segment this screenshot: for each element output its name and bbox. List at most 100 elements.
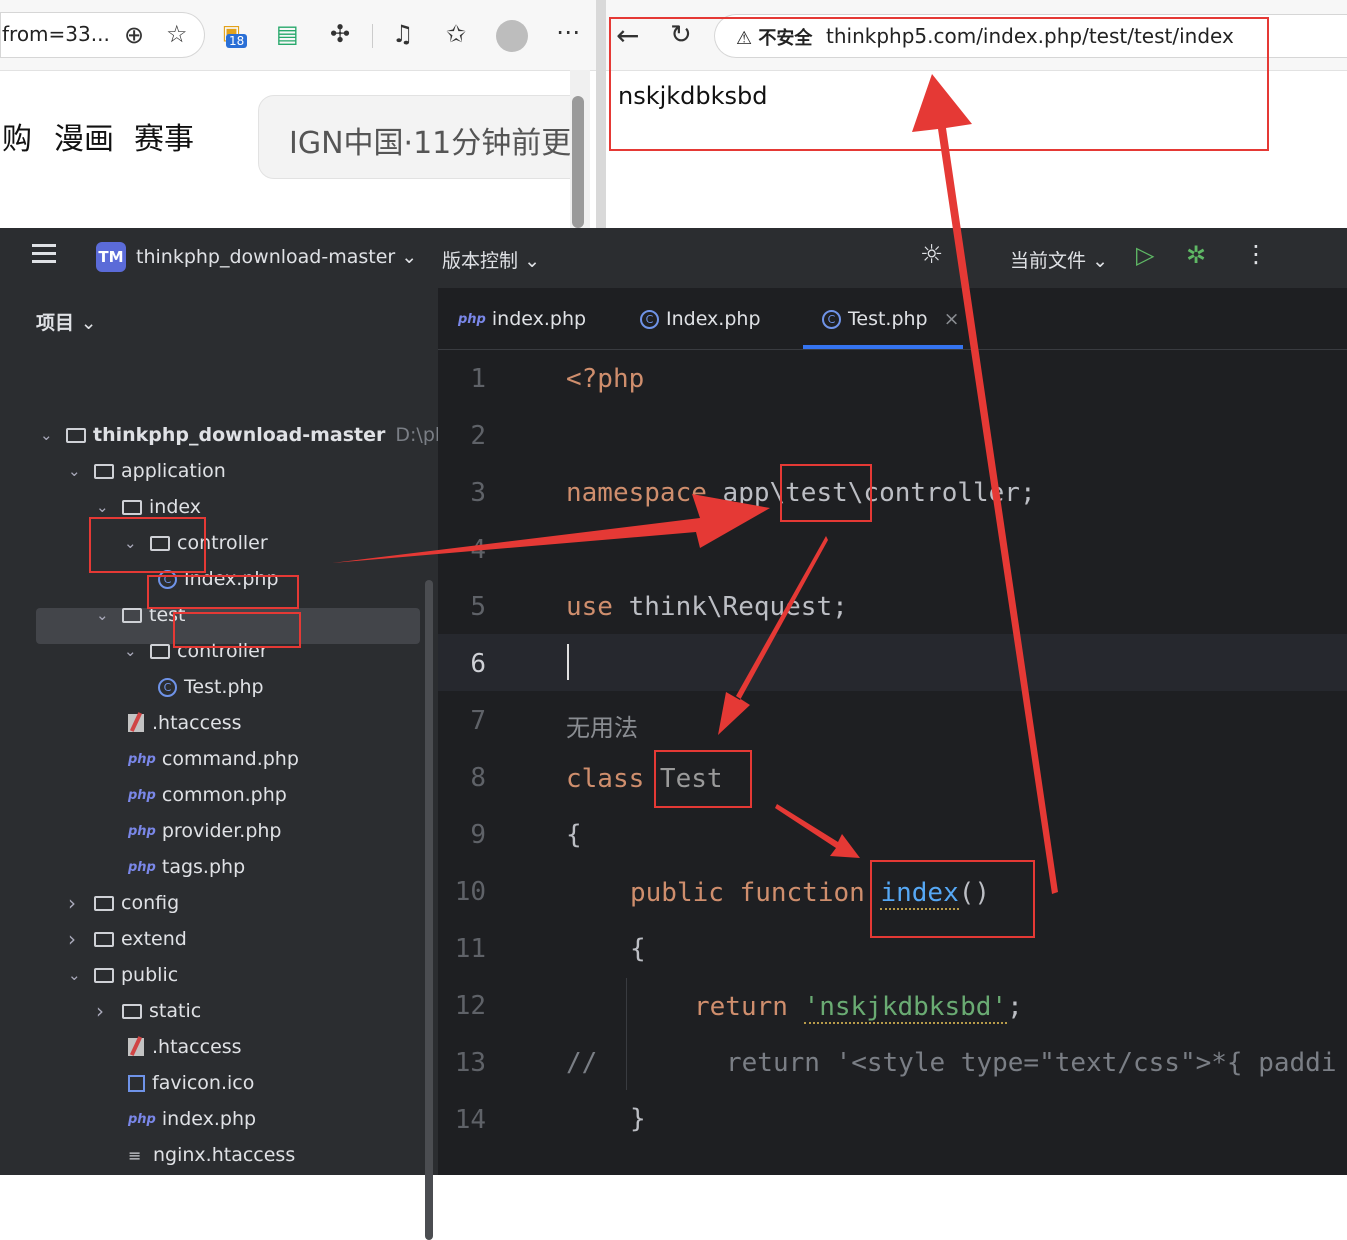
- project-switcher[interactable]: thinkphp_download-master ⌄: [136, 246, 417, 268]
- tab-test-php[interactable]: C Test.php ×: [822, 308, 960, 330]
- line-number: 4: [470, 535, 486, 565]
- tree-item-label: common.php: [161, 784, 287, 806]
- code-line-5: use think\Request;: [566, 592, 848, 622]
- zoom-icon[interactable]: ⊕: [124, 23, 144, 47]
- line-number: 14: [454, 1105, 486, 1135]
- run-config-label: 当前文件: [1010, 250, 1087, 272]
- tree-item-label: static: [149, 1000, 202, 1022]
- tree-item[interactable]: C Test.php: [158, 670, 264, 704]
- tree-item[interactable]: .htaccess: [128, 1030, 242, 1064]
- vcs-menu[interactable]: 版本控制 ⌄: [442, 246, 540, 273]
- chevron-down-icon[interactable]: ⌄: [124, 642, 142, 660]
- tree-item[interactable]: ⌄ thinkphp_download-master D:\phpstu: [40, 418, 438, 452]
- nav-item-shopping[interactable]: 购: [2, 114, 32, 158]
- tree-item[interactable]: favicon.ico: [128, 1066, 254, 1100]
- chevron-right-icon[interactable]: ›: [68, 927, 86, 951]
- php-open-tag: <?php: [566, 364, 645, 394]
- page-scrollbar-thumb[interactable]: [572, 96, 584, 228]
- chevron-down-icon[interactable]: ⌄: [68, 462, 86, 480]
- keyword-namespace: namespace: [566, 478, 707, 508]
- chevron-down-icon[interactable]: ⌄: [124, 534, 142, 552]
- tree-item[interactable]: ⌄ application: [68, 454, 226, 488]
- main-menu-icon[interactable]: [32, 244, 56, 247]
- tree-item[interactable]: C Index.php: [158, 562, 279, 596]
- tree-item[interactable]: php tags.php: [128, 850, 245, 884]
- debug-icon[interactable]: ✲: [1186, 241, 1206, 269]
- run-icon[interactable]: ▷: [1136, 241, 1154, 269]
- browser-left-window: from=33... ⊕ ☆ ▣ 18 ▤ ✣ ♫ ✩ ⋯ 购 漫画 赛事 IG…: [0, 0, 596, 228]
- line-number: 13: [454, 1048, 486, 1078]
- current-line-highlight: [438, 634, 1347, 691]
- tab-label: Index.php: [666, 308, 761, 330]
- back-icon[interactable]: ←: [616, 22, 639, 50]
- line-number: 2: [470, 421, 486, 451]
- tab-index-class[interactable]: C Index.php: [640, 308, 761, 330]
- tree-item-label: public: [121, 964, 179, 986]
- reload-icon[interactable]: ↻: [670, 22, 692, 48]
- tree-item[interactable]: php common.php: [128, 778, 287, 812]
- puzzle-icon[interactable]: ✣: [330, 22, 350, 46]
- tree-item[interactable]: ≡ nginx.htaccess: [128, 1138, 295, 1172]
- class-icon: C: [822, 309, 841, 329]
- more-icon[interactable]: ⋯: [556, 20, 580, 44]
- nav-item-events[interactable]: 赛事: [134, 114, 194, 158]
- address-bar[interactable]: ⚠ 不安全 thinkphp5.com/index.php/test/test/…: [714, 14, 1347, 58]
- avatar-icon[interactable]: [496, 20, 528, 52]
- more-actions-icon[interactable]: ⋮: [1244, 240, 1268, 268]
- star-icon[interactable]: ☆: [166, 22, 188, 46]
- text-caret: [567, 644, 569, 680]
- window-separator: [596, 0, 606, 228]
- chevron-right-icon[interactable]: ›: [96, 999, 114, 1023]
- chevron-down-icon[interactable]: ⌄: [40, 426, 58, 444]
- tree-item[interactable]: php command.php: [128, 742, 299, 776]
- chevron-down-icon[interactable]: ⌄: [68, 966, 86, 984]
- tree-item[interactable]: ⌄ public: [68, 958, 178, 992]
- news-search-box[interactable]: IGN中国·11分钟前更: [258, 95, 590, 179]
- close-icon[interactable]: ×: [944, 308, 960, 330]
- chevron-right-icon[interactable]: ›: [68, 891, 86, 915]
- class-name: Test: [644, 764, 723, 794]
- usage-hint[interactable]: 无用法: [566, 708, 638, 743]
- code-line-9: public function index(): [630, 878, 990, 910]
- tree-item-label: controller: [177, 532, 268, 554]
- tree-item[interactable]: php index.php: [128, 1102, 256, 1136]
- project-scrollbar[interactable]: [425, 580, 433, 1240]
- nav-item-comics[interactable]: 漫画: [54, 114, 114, 158]
- security-warning[interactable]: ⚠ 不安全: [736, 24, 812, 50]
- tree-item[interactable]: .htaccess: [128, 706, 242, 740]
- project-name: thinkphp_download-master: [136, 246, 396, 268]
- favorites-icon[interactable]: ✩: [446, 22, 466, 46]
- tree-item[interactable]: › config: [68, 886, 179, 920]
- tree-item[interactable]: › static: [96, 994, 201, 1028]
- tab-index-php[interactable]: php index.php: [458, 308, 586, 330]
- tree-item-label: .htaccess: [152, 1036, 242, 1058]
- tree-item[interactable]: ⌄ controller: [124, 634, 268, 668]
- project-logo: TM: [96, 242, 126, 272]
- tree-item[interactable]: ⌄ test: [96, 598, 186, 632]
- code-icon[interactable]: ▤: [276, 22, 299, 46]
- bug-icon[interactable]: ☼: [920, 240, 943, 270]
- tree-item[interactable]: php provider.php: [128, 814, 282, 848]
- chevron-down-icon[interactable]: ⌄: [96, 606, 114, 624]
- tree-item[interactable]: › extend: [68, 922, 187, 956]
- htaccess-icon: [128, 714, 144, 732]
- run-config-selector[interactable]: 当前文件 ⌄: [1010, 246, 1108, 273]
- folder-icon: [122, 1003, 142, 1019]
- tree-item[interactable]: ⌄ index: [96, 490, 201, 524]
- chevron-down-icon[interactable]: ⌄: [96, 498, 114, 516]
- line-number: 8: [470, 763, 486, 793]
- tree-item-label: .htaccess: [152, 712, 242, 734]
- code-editor[interactable]: php index.php C Index.php C Test.php × 1234…: [438, 288, 1347, 1175]
- tree-item[interactable]: ⌄ controller: [124, 526, 268, 560]
- htaccess-icon: [128, 1038, 144, 1056]
- line-number: 11: [454, 934, 486, 964]
- text-file-icon: ≡: [128, 1145, 142, 1165]
- badge-count: 18: [226, 34, 248, 48]
- code-line-11: return 'nskjkdbksbd';: [694, 992, 1023, 1024]
- ide-top-bar: TM thinkphp_download-master ⌄ 版本控制 ⌄ ☼ 当…: [0, 228, 1347, 289]
- line-number: 5: [470, 592, 486, 622]
- address-bar-fragment[interactable]: from=33... ⊕ ☆: [0, 12, 205, 58]
- music-icon[interactable]: ♫: [392, 22, 414, 46]
- class-icon: C: [158, 677, 177, 697]
- ide-window: TM thinkphp_download-master ⌄ 版本控制 ⌄ ☼ 当…: [0, 228, 1347, 1240]
